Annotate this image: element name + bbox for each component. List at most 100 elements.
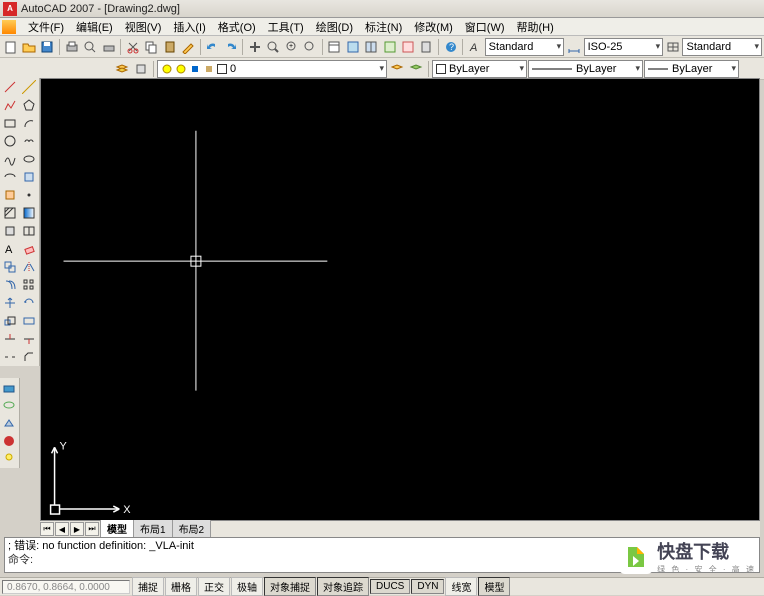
redo-icon[interactable]	[222, 38, 239, 56]
menu-format[interactable]: 格式(O)	[212, 18, 262, 36]
polygon-icon[interactable]	[20, 96, 40, 114]
layer-dropdown[interactable]: 0	[157, 60, 387, 78]
circle-icon[interactable]	[0, 132, 20, 150]
menu-insert[interactable]: 插入(I)	[167, 18, 211, 36]
visualstyle-icon[interactable]	[0, 432, 18, 450]
properties-icon[interactable]	[326, 38, 343, 56]
zoom-prev-icon[interactable]	[301, 38, 318, 56]
zoom-window-icon[interactable]: +	[283, 38, 300, 56]
menu-view[interactable]: 视图(V)	[119, 18, 168, 36]
polar-toggle[interactable]: 极轴	[231, 577, 263, 596]
designctr-icon[interactable]	[344, 38, 361, 56]
text-style-dropdown[interactable]: Standard	[485, 38, 565, 56]
match-props-icon[interactable]	[179, 38, 196, 56]
print-icon[interactable]	[63, 38, 80, 56]
menu-tools[interactable]: 工具(T)	[262, 18, 310, 36]
ellipse-icon[interactable]	[20, 150, 40, 168]
new-icon[interactable]	[2, 38, 19, 56]
ducs-toggle[interactable]: DUCS	[370, 579, 410, 594]
region-icon[interactable]	[0, 222, 20, 240]
wcs-icon[interactable]	[0, 378, 18, 396]
gradient-icon[interactable]	[20, 204, 40, 222]
scale-icon[interactable]	[0, 312, 20, 330]
mtext-icon[interactable]: A	[0, 240, 20, 258]
dyn-toggle[interactable]: DYN	[411, 579, 444, 594]
insert-icon[interactable]	[20, 168, 40, 186]
lwt-toggle[interactable]: 线宽	[445, 577, 477, 596]
ellipsearc-icon[interactable]	[0, 168, 20, 186]
layer-props-icon[interactable]	[113, 60, 131, 78]
erase-icon[interactable]	[20, 240, 40, 258]
snap-toggle[interactable]: 捕捉	[132, 577, 164, 596]
revcloud-icon[interactable]	[20, 132, 40, 150]
otrack-toggle[interactable]: 对象追踪	[317, 577, 369, 596]
hatch-icon[interactable]	[0, 204, 20, 222]
drawing-canvas[interactable]: X Y	[40, 78, 760, 521]
preview-icon[interactable]	[81, 38, 98, 56]
save-icon[interactable]	[39, 38, 56, 56]
light-icon[interactable]	[0, 450, 18, 468]
stretch-icon[interactable]	[20, 312, 40, 330]
menu-dimension[interactable]: 标注(N)	[359, 18, 408, 36]
orbit-icon[interactable]	[0, 396, 18, 414]
help-icon[interactable]: ?	[442, 38, 459, 56]
menu-draw[interactable]: 绘图(D)	[310, 18, 359, 36]
layerprev-icon[interactable]	[388, 60, 406, 78]
block-icon[interactable]	[0, 186, 20, 204]
dim-style-dropdown[interactable]: ISO-25	[584, 38, 664, 56]
grid-toggle[interactable]: 栅格	[165, 577, 197, 596]
tab-layout1[interactable]: 布局1	[133, 520, 173, 538]
mirror-icon[interactable]	[20, 258, 40, 276]
tab-nav-next-icon[interactable]: ▶	[70, 522, 84, 536]
open-icon[interactable]	[20, 38, 37, 56]
toolpalette-icon[interactable]	[363, 38, 380, 56]
dimstyle-icon[interactable]	[565, 38, 582, 56]
line-icon[interactable]	[0, 78, 20, 96]
arc-icon[interactable]	[20, 114, 40, 132]
menu-file[interactable]: 文件(F)	[22, 18, 70, 36]
paste-icon[interactable]	[161, 38, 178, 56]
point-icon[interactable]	[20, 186, 40, 204]
layeriso-icon[interactable]	[407, 60, 425, 78]
osnap-toggle[interactable]: 对象捕捉	[264, 577, 316, 596]
markup-icon[interactable]	[399, 38, 416, 56]
offset-icon[interactable]	[0, 276, 20, 294]
rotate-icon[interactable]	[20, 294, 40, 312]
ortho-toggle[interactable]: 正交	[198, 577, 230, 596]
publish-icon[interactable]	[100, 38, 117, 56]
undo-icon[interactable]	[204, 38, 221, 56]
menu-modify[interactable]: 修改(M)	[408, 18, 459, 36]
copy2-icon[interactable]	[0, 258, 20, 276]
tab-nav-prev-icon[interactable]: ◀	[55, 522, 69, 536]
sheetset-icon[interactable]	[381, 38, 398, 56]
3dface-icon[interactable]	[0, 414, 18, 432]
coordinates-readout[interactable]: 0.8670, 0.8664, 0.0000	[2, 580, 130, 594]
move-icon[interactable]	[0, 294, 20, 312]
tablestyle-icon[interactable]	[664, 38, 681, 56]
tab-nav-first-icon[interactable]: ⏮	[40, 522, 54, 536]
tab-nav-last-icon[interactable]: ⏭	[85, 522, 99, 536]
linetype-dropdown[interactable]: ByLayer	[528, 60, 643, 78]
break-icon[interactable]	[0, 348, 20, 366]
tab-layout2[interactable]: 布局2	[172, 520, 212, 538]
color-dropdown[interactable]: ByLayer	[432, 60, 527, 78]
menu-help[interactable]: 帮助(H)	[511, 18, 560, 36]
extend-icon[interactable]	[20, 330, 40, 348]
spline-icon[interactable]	[0, 150, 20, 168]
table-style-dropdown[interactable]: Standard	[682, 38, 762, 56]
layerfilter-icon[interactable]	[132, 60, 150, 78]
xline-icon[interactable]	[20, 78, 40, 96]
array-icon[interactable]	[20, 276, 40, 294]
table-icon[interactable]	[20, 222, 40, 240]
rect-icon[interactable]	[0, 114, 20, 132]
cut-icon[interactable]	[124, 38, 141, 56]
textstyle-icon[interactable]: A	[466, 38, 483, 56]
menu-edit[interactable]: 编辑(E)	[70, 18, 119, 36]
pline-icon[interactable]	[0, 96, 20, 114]
tab-model[interactable]: 模型	[100, 520, 134, 538]
menu-window[interactable]: 窗口(W)	[459, 18, 511, 36]
zoom-realtime-icon[interactable]	[265, 38, 282, 56]
pan-icon[interactable]	[246, 38, 263, 56]
trim-icon[interactable]	[0, 330, 20, 348]
chamfer-icon[interactable]	[20, 348, 40, 366]
